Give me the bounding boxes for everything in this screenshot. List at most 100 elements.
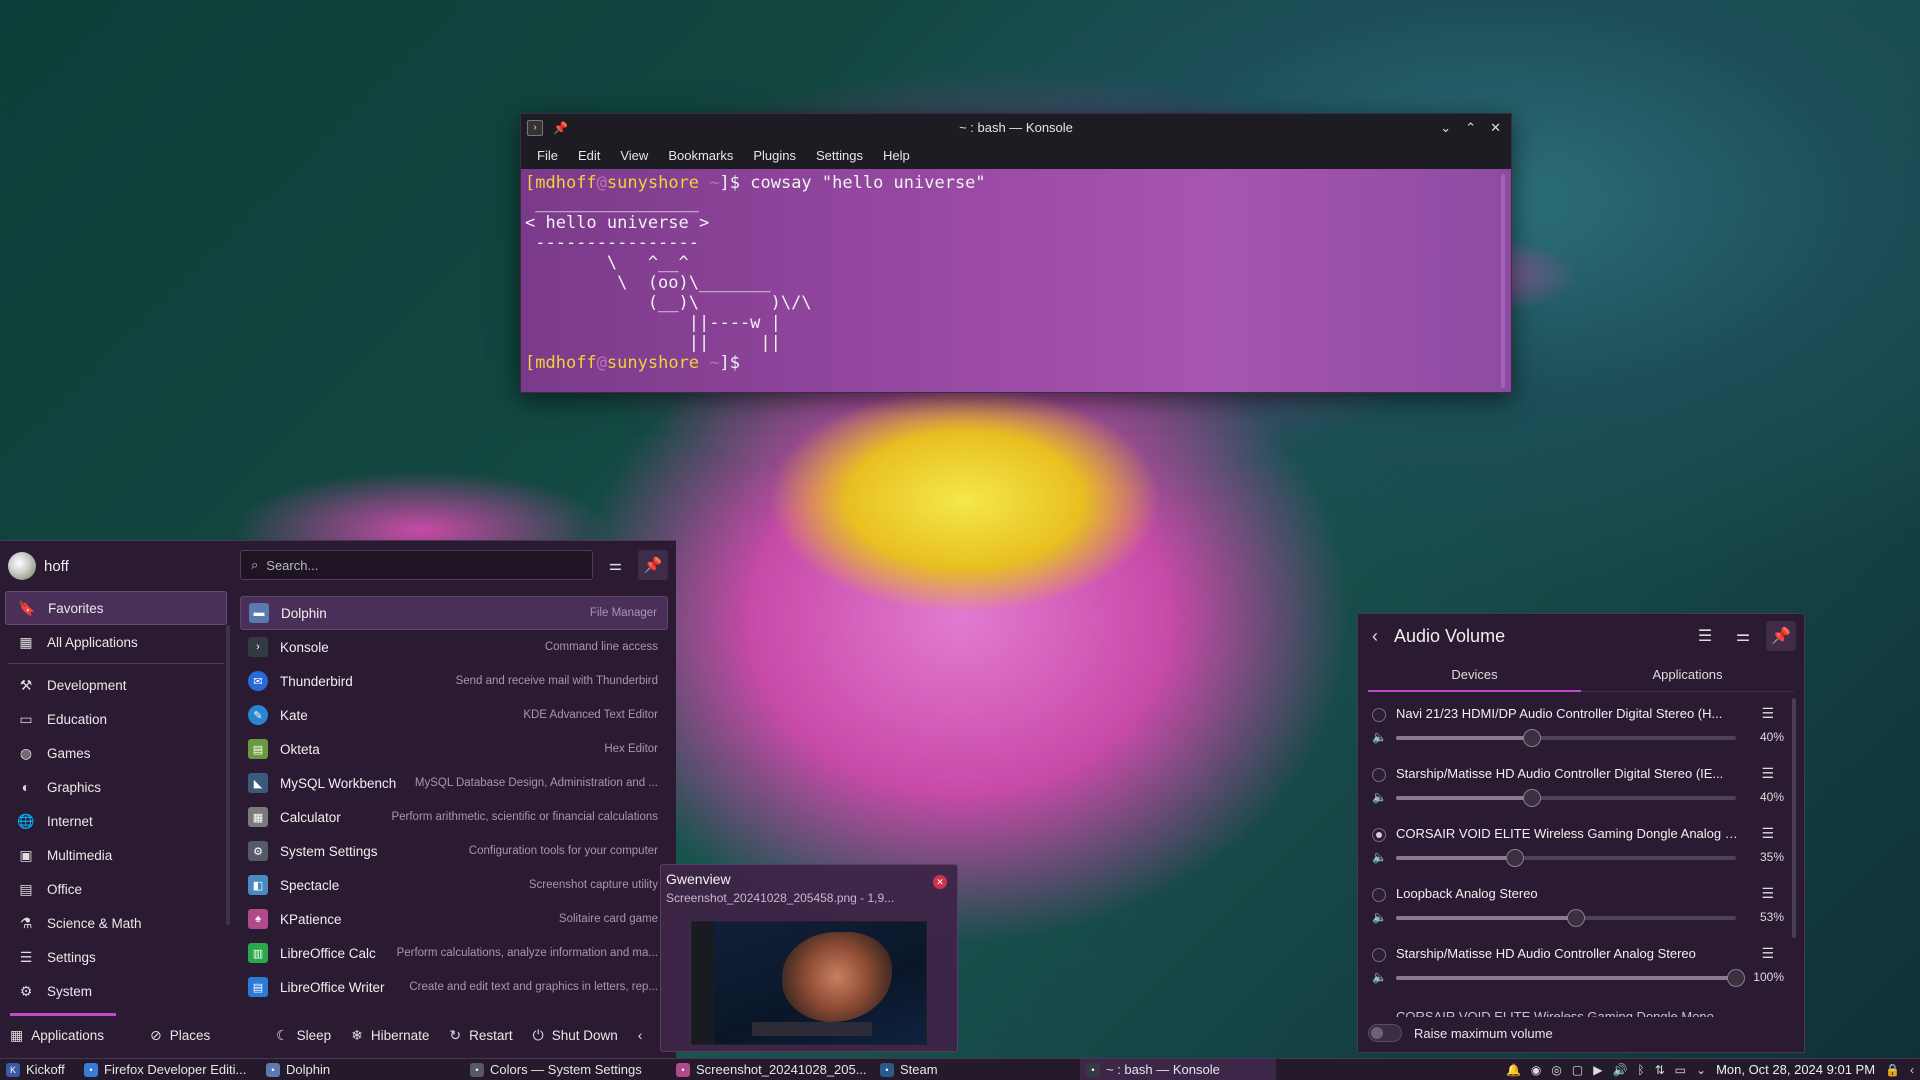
task-button[interactable]: • ~ : bash — Konsole xyxy=(1080,1058,1276,1080)
speaker-icon[interactable]: 🔈 xyxy=(1372,910,1387,924)
terminal-area[interactable]: [mdhoff@sunyshore ~]$ cowsay "hello univ… xyxy=(521,169,1511,392)
menu-plugins[interactable]: Plugins xyxy=(743,148,806,163)
notification-bell-icon[interactable]: 🔔 xyxy=(1506,1063,1521,1077)
app-calculator[interactable]: ▦ Calculator Perform arithmetic, scientifi… xyxy=(240,800,668,834)
menu-file[interactable]: File xyxy=(527,148,568,163)
pin-icon[interactable]: 📌 xyxy=(553,121,568,135)
display-icon[interactable]: ▭ xyxy=(1675,1063,1686,1077)
volume-slider[interactable] xyxy=(1396,789,1736,807)
discord-icon[interactable]: ◉ xyxy=(1531,1063,1541,1077)
konsole-app-icon[interactable]: › xyxy=(527,119,543,136)
app-dolphin[interactable]: ▬ Dolphin File Manager xyxy=(240,596,668,630)
speaker-icon[interactable]: 🔈 xyxy=(1372,970,1387,984)
menu-view[interactable]: View xyxy=(610,148,658,163)
restart-button[interactable]: ↻ Restart xyxy=(439,1027,522,1044)
close-button[interactable]: ✕ xyxy=(1490,120,1501,136)
network-icon[interactable]: ⇅ xyxy=(1655,1063,1665,1077)
raise-max-toggle[interactable] xyxy=(1368,1024,1402,1042)
speaker-icon[interactable]: 🔈 xyxy=(1372,730,1387,744)
hamburger-menu-icon[interactable]: ☰ xyxy=(1690,621,1720,651)
places-tab[interactable]: ⊘ Places xyxy=(140,1027,266,1044)
audio-device-row[interactable]: Starship/Matisse HD Audio Controller Ana… xyxy=(1368,936,1784,996)
category-favorites[interactable]: 🔖 Favorites xyxy=(5,591,227,625)
volume-handle[interactable] xyxy=(1506,849,1524,867)
minimize-button[interactable]: ⌄ xyxy=(1440,120,1451,136)
app-kate[interactable]: ✎ Kate KDE Advanced Text Editor xyxy=(240,698,668,732)
hibernate-button[interactable]: ❄ Hibernate xyxy=(341,1027,439,1044)
back-arrow-icon[interactable]: ‹ xyxy=(1372,626,1378,647)
raise-max-volume-row[interactable]: Raise maximum volume xyxy=(1368,1024,1553,1042)
category-office[interactable]: ▤ Office xyxy=(5,872,227,906)
hamburger-menu-icon[interactable]: ☰ xyxy=(1761,765,1774,782)
volume-slider[interactable] xyxy=(1396,729,1736,747)
category-education[interactable]: ▭ Education xyxy=(5,702,227,736)
tab-devices[interactable]: Devices xyxy=(1368,658,1581,692)
clipboard-icon[interactable]: ▢ xyxy=(1572,1063,1583,1077)
audio-device-row[interactable]: Navi 21/23 HDMI/DP Audio Controller Digi… xyxy=(1368,696,1784,756)
menu-settings[interactable]: Settings xyxy=(806,148,873,163)
pin-icon[interactable]: 📌 xyxy=(1766,621,1796,651)
screenshot-thumbnail[interactable] xyxy=(691,921,927,1045)
more-button[interactable]: ‹ xyxy=(628,1027,653,1043)
search-input[interactable]: ⌕ Search... xyxy=(240,550,593,580)
app-okteta[interactable]: ▤ Okteta Hex Editor xyxy=(240,732,668,766)
bluetooth-icon[interactable]: ᛒ xyxy=(1637,1063,1644,1077)
volume-handle[interactable] xyxy=(1727,969,1745,987)
steam-tray-icon[interactable]: ◎ xyxy=(1551,1063,1561,1077)
app-system-settings[interactable]: ⚙ System Settings Configuration tools for … xyxy=(240,834,668,868)
app-spectacle[interactable]: ◧ Spectacle Screenshot capture utility xyxy=(240,868,668,902)
app-thunderbird[interactable]: ✉ Thunderbird Send and receive mail with T… xyxy=(240,664,668,698)
audio-device-row[interactable]: Loopback Analog Stereo ☰ 🔈 53% xyxy=(1368,876,1784,936)
hamburger-menu-icon[interactable]: ☰ xyxy=(1761,825,1774,842)
volume-slider[interactable] xyxy=(1396,969,1745,987)
app-libreoffice-writer[interactable]: ▤ LibreOffice Writer Create and edit text … xyxy=(240,970,668,1004)
konsole-titlebar[interactable]: › 📌 ~ : bash — Konsole ⌄ ⌃ ✕ xyxy=(521,114,1511,141)
avatar[interactable] xyxy=(8,552,36,580)
sleep-button[interactable]: ☾ Sleep xyxy=(266,1027,341,1044)
menu-bookmarks[interactable]: Bookmarks xyxy=(658,148,743,163)
category-settings[interactable]: ☰ Settings xyxy=(5,940,227,974)
category-all-applications[interactable]: ▦ All Applications xyxy=(5,625,227,659)
clock[interactable]: Mon, Oct 28, 2024 9:01 PM xyxy=(1716,1062,1875,1077)
shutdown-button[interactable]: ⏻ Shut Down xyxy=(523,1027,628,1044)
chevron-down-icon[interactable]: ⌄ xyxy=(1696,1063,1706,1077)
category-system[interactable]: ⚙ System xyxy=(5,974,227,1008)
volume-handle[interactable] xyxy=(1523,789,1541,807)
gwenview-notification[interactable]: Gwenview Screenshot_20241028_205458.png … xyxy=(660,864,958,1052)
default-device-radio[interactable] xyxy=(1372,948,1386,962)
category-development[interactable]: ⚒ Development xyxy=(5,668,227,702)
app-kpatience[interactable]: ♠ KPatience Solitaire card game xyxy=(240,902,668,936)
applications-tab[interactable]: ▦ Applications xyxy=(0,1027,140,1044)
tab-applications[interactable]: Applications xyxy=(1581,658,1794,691)
default-device-radio[interactable] xyxy=(1372,888,1386,902)
volume-slider[interactable] xyxy=(1396,849,1736,867)
task-button[interactable]: • Steam xyxy=(874,1059,1080,1080)
chevron-left-icon[interactable]: ‹ xyxy=(1910,1063,1914,1077)
hamburger-menu-icon[interactable]: ☰ xyxy=(1761,705,1774,722)
volume-handle[interactable] xyxy=(1523,729,1541,747)
app-konsole[interactable]: › Konsole Command line access xyxy=(240,630,668,664)
default-device-radio[interactable] xyxy=(1372,768,1386,782)
speaker-icon[interactable]: 🔈 xyxy=(1372,850,1387,864)
hamburger-menu-icon[interactable]: ☰ xyxy=(1761,945,1774,962)
terminal-scrollbar[interactable] xyxy=(1501,174,1505,388)
volume-icon[interactable]: 🔊 xyxy=(1612,1063,1627,1077)
media-player-icon[interactable]: ▶ xyxy=(1593,1063,1602,1077)
task-button[interactable]: • Dolphin xyxy=(260,1059,464,1080)
sliders-icon[interactable]: ⚌ xyxy=(1728,621,1758,651)
category-multimedia[interactable]: ▣ Multimedia xyxy=(5,838,227,872)
pin-button[interactable]: 📌 xyxy=(638,550,668,580)
default-device-radio[interactable] xyxy=(1372,828,1386,842)
audio-device-row[interactable]: CORSAIR VOID ELITE Wireless Gaming Dongl… xyxy=(1368,816,1784,876)
default-device-radio[interactable] xyxy=(1372,708,1386,722)
device-scrollbar[interactable] xyxy=(1792,698,1796,938)
user-header[interactable]: hoff xyxy=(0,541,232,591)
close-icon[interactable]: ✕ xyxy=(933,875,947,889)
lock-icon[interactable]: 🔒 xyxy=(1885,1063,1900,1077)
maximize-button[interactable]: ⌃ xyxy=(1465,120,1476,136)
category-games[interactable]: ◍ Games xyxy=(5,736,227,770)
category-graphics[interactable]: ◐ Graphics xyxy=(5,770,227,804)
task-button[interactable]: • Firefox Developer Editi... xyxy=(78,1059,260,1080)
menu-help[interactable]: Help xyxy=(873,148,920,163)
volume-handle[interactable] xyxy=(1567,909,1586,927)
